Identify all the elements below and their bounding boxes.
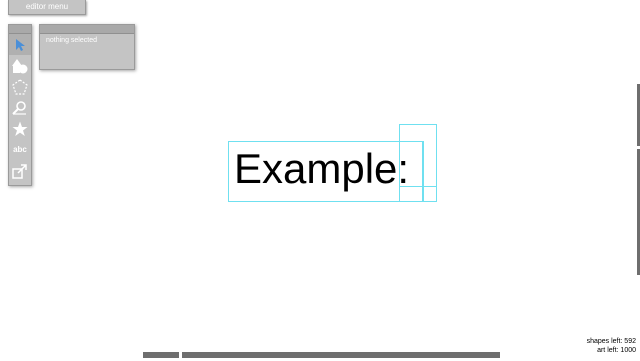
tool-palette-grip[interactable]	[9, 25, 31, 34]
stats-readout: shapes left: 592 art left: 1000	[587, 337, 636, 355]
selection-panel: nothing selected	[39, 24, 135, 70]
tool-palette: abc	[8, 24, 32, 186]
bottom-scrollbar-segment-left[interactable]	[143, 352, 179, 358]
bottom-scrollbar-segment-main[interactable]	[182, 352, 500, 358]
pointer-arrow-icon	[16, 38, 25, 51]
magnify-icon	[12, 100, 26, 115]
shapes-left-count: shapes left: 592	[586, 338, 636, 345]
text-tool-label: abc	[13, 145, 27, 154]
export-tool[interactable]	[9, 160, 31, 181]
selection-status: nothing selected	[46, 37, 97, 44]
canvas-text-object[interactable]: Example:	[234, 148, 409, 190]
selection-panel-grip[interactable]	[40, 25, 134, 34]
shapes-icon	[12, 58, 28, 73]
select-tool[interactable]	[9, 34, 31, 55]
shapes-tool[interactable]	[9, 55, 31, 76]
magnify-tool[interactable]	[9, 97, 31, 118]
star-icon	[12, 121, 28, 136]
editor-menu-button[interactable]: editor menu	[8, 0, 86, 15]
art-left-count: art left: 1000	[597, 347, 636, 354]
export-icon	[12, 163, 27, 179]
polygon-icon	[12, 78, 28, 95]
star-tool[interactable]	[9, 118, 31, 139]
text-tool[interactable]: abc	[9, 139, 31, 160]
polygon-tool[interactable]	[9, 76, 31, 97]
